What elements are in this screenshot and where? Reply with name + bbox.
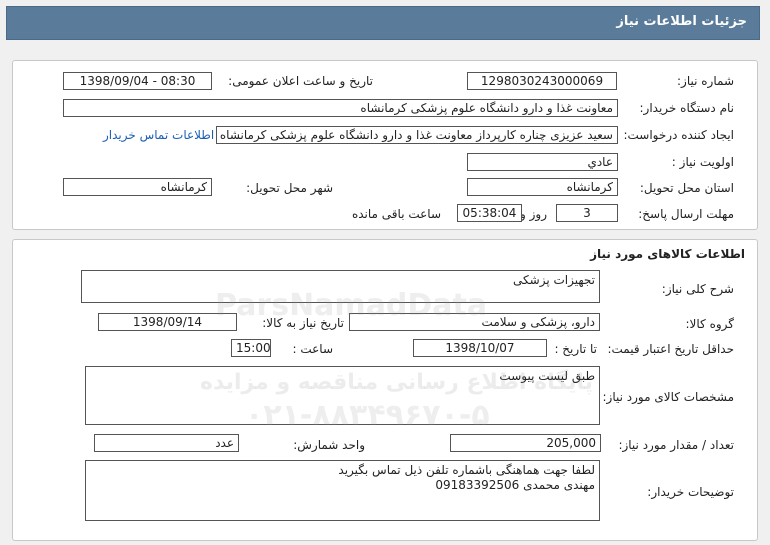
time-left-field[interactable]: 05:38:04 (457, 204, 522, 222)
announce-label: تاریخ و ساعت اعلان عمومی: (228, 74, 373, 88)
province-label: استان محل تحویل: (639, 181, 734, 195)
until-date-label: تا تاریخ : (554, 342, 597, 356)
priority-field[interactable]: عادي (467, 153, 618, 171)
time-label: ساعت : (292, 342, 333, 356)
province-field[interactable]: کرمانشاه (467, 178, 618, 196)
buyer-notes-field[interactable]: لطفا جهت هماهنگی باشماره تلفن ذیل تماس ب… (85, 460, 600, 521)
need-number-field[interactable]: 1298030243000069 (467, 72, 617, 90)
spec-label: مشخصات کالای مورد نیاز: (602, 390, 734, 404)
title-bar: جزئیات اطلاعات نیاز (0, 0, 770, 42)
buyer-contact-link[interactable]: اطلاعات تماس خریدار (103, 128, 214, 142)
goods-section-title: اطلاعات کالاهای مورد نیاز (590, 247, 745, 261)
remaining-label: ساعت باقی مانده (351, 207, 441, 221)
qty-field[interactable]: 205,000 (450, 434, 601, 452)
unit-field[interactable]: عدد (94, 434, 239, 452)
qty-label: تعداد / مقدار مورد نیاز: (618, 438, 734, 452)
group-field[interactable]: دارو، پزشکی و سلامت (349, 313, 600, 331)
days-label: روز و (520, 207, 547, 221)
buyer-notes-label: توضیحات خریدار: (647, 485, 734, 499)
need-date-field[interactable]: 1398/09/14 (98, 313, 237, 331)
page-title: جزئیات اطلاعات نیاز (616, 14, 747, 29)
unit-label: واحد شمارش: (293, 438, 365, 452)
general-desc-label: شرح کلی نیاز: (661, 282, 734, 296)
header-box: جزئیات اطلاعات نیاز (6, 6, 760, 40)
creator-field[interactable]: سعید عزیزی چناره کارپرداز معاونت غذا و د… (216, 126, 618, 144)
spec-field[interactable]: طبق لیست پیوست (85, 366, 600, 425)
days-field[interactable]: 3 (556, 204, 618, 222)
need-details-panel: شماره نیاز: 1298030243000069 تاریخ و ساع… (12, 60, 758, 230)
announce-field[interactable]: 1398/09/04 - 08:30 (63, 72, 212, 90)
buyer-org-label: نام دستگاه خریدار: (639, 101, 735, 115)
city-label: شهر محل تحویل: (246, 181, 333, 195)
city-field[interactable]: کرمانشاه (63, 178, 212, 196)
need-number-label: شماره نیاز: (677, 74, 734, 88)
general-desc-field[interactable]: تجهیزات پزشکی (81, 270, 600, 303)
need-date-label: تاریخ نیاز به کالا: (262, 316, 344, 330)
priority-label: اولویت نیاز : (671, 155, 734, 169)
min-price-label: حداقل تاریخ اعتبار قیمت: (607, 342, 734, 356)
buyer-org-field[interactable]: معاونت غذا و دارو دانشگاه علوم پزشکی کرم… (63, 99, 618, 117)
until-date-field[interactable]: 1398/10/07 (413, 339, 547, 357)
goods-panel: اطلاعات کالاهای مورد نیاز شرح کلی نیاز: … (12, 239, 758, 541)
time-field[interactable]: 15:00 (231, 339, 271, 357)
deadline-label: مهلت ارسال پاسخ: (638, 207, 734, 221)
creator-label: ایجاد کننده درخواست: (623, 128, 734, 142)
group-label: گروه کالا: (685, 317, 735, 331)
